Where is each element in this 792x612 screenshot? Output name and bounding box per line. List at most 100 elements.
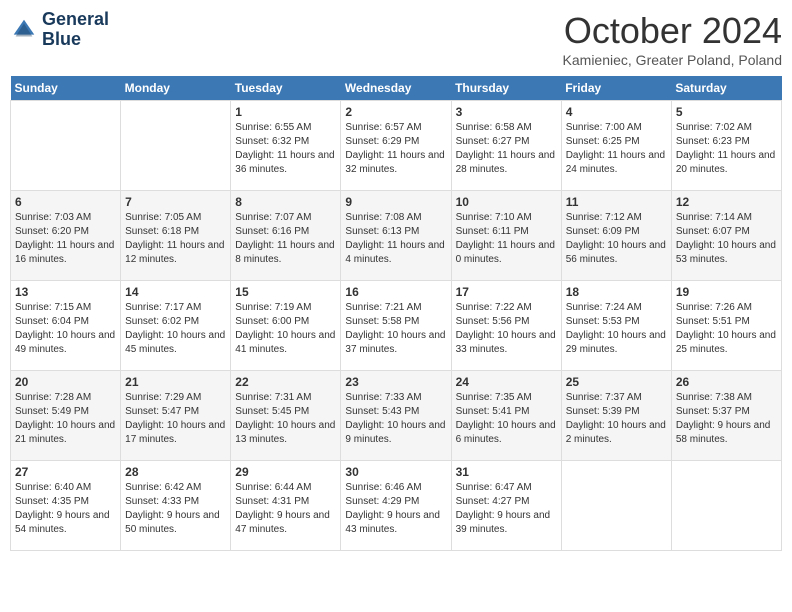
day-number: 27 [15,465,116,479]
day-number: 26 [676,375,777,389]
calendar-cell: 26 Sunrise: 7:38 AM Sunset: 5:37 PM Dayli… [671,371,781,461]
calendar-cell: 20Sunrise: 7:28 AM Sunset: 5:49 PM Dayli… [11,371,121,461]
calendar-cell: 30 Sunrise: 6:46 AM Sunset: 4:29 PM Dayli… [341,461,451,551]
day-info: Sunrise: 7:22 AM Sunset: 5:56 PM Dayligh… [456,301,557,357]
day-info: Sunrise: 7:29 AM Sunset: 5:47 PM Dayligh… [125,391,226,447]
calendar-cell: 18 Sunrise: 7:24 AM Sunset: 5:53 PM Dayli… [561,281,671,371]
day-number: 4 [566,105,667,119]
day-number: 20 [15,375,116,389]
day-info: Sunrise: 7:31 AM Sunset: 5:45 PM Dayligh… [235,391,336,447]
day-number: 13 [15,285,116,299]
calendar-cell: 21 Sunrise: 7:29 AM Sunset: 5:47 PM Dayli… [121,371,231,461]
day-header-sunday: Sunday [11,76,121,101]
logo: General Blue [10,10,109,50]
calendar-cell [121,101,231,191]
day-number: 28 [125,465,226,479]
day-header-wednesday: Wednesday [341,76,451,101]
day-header-friday: Friday [561,76,671,101]
day-number: 21 [125,375,226,389]
day-number: 30 [345,465,446,479]
day-number: 10 [456,195,557,209]
calendar-cell: 9 Sunrise: 7:08 AM Sunset: 6:13 PM Daylig… [341,191,451,281]
day-number: 8 [235,195,336,209]
day-number: 15 [235,285,336,299]
calendar-cell [671,461,781,551]
calendar-cell: 7 Sunrise: 7:05 AM Sunset: 6:18 PM Daylig… [121,191,231,281]
day-info: Sunrise: 6:47 AM Sunset: 4:27 PM Dayligh… [456,481,557,537]
day-number: 31 [456,465,557,479]
day-number: 25 [566,375,667,389]
day-header-tuesday: Tuesday [231,76,341,101]
day-info: Sunrise: 7:05 AM Sunset: 6:18 PM Dayligh… [125,211,226,267]
calendar-cell: 24 Sunrise: 7:35 AM Sunset: 5:41 PM Dayli… [451,371,561,461]
day-number: 7 [125,195,226,209]
calendar-cell: 31 Sunrise: 6:47 AM Sunset: 4:27 PM Dayli… [451,461,561,551]
calendar-cell: 27 Sunrise: 6:40 AM Sunset: 4:35 PM Dayli… [11,461,121,551]
day-info: Sunrise: 7:15 AM Sunset: 6:04 PM Dayligh… [15,301,116,357]
week-row-2: 6Sunrise: 7:03 AM Sunset: 6:20 PM Daylig… [11,191,782,281]
day-info: Sunrise: 6:57 AM Sunset: 6:29 PM Dayligh… [345,121,446,177]
day-info: Sunrise: 7:24 AM Sunset: 5:53 PM Dayligh… [566,301,667,357]
day-number: 24 [456,375,557,389]
day-info: Sunrise: 7:08 AM Sunset: 6:13 PM Dayligh… [345,211,446,267]
day-number: 6 [15,195,116,209]
day-number: 12 [676,195,777,209]
day-number: 23 [345,375,446,389]
month-title: October 2024 [563,10,782,52]
day-number: 19 [676,285,777,299]
week-row-5: 27 Sunrise: 6:40 AM Sunset: 4:35 PM Dayli… [11,461,782,551]
day-number: 22 [235,375,336,389]
calendar-cell: 19 Sunrise: 7:26 AM Sunset: 5:51 PM Dayli… [671,281,781,371]
day-number: 17 [456,285,557,299]
day-number: 11 [566,195,667,209]
day-info: Sunrise: 7:17 AM Sunset: 6:02 PM Dayligh… [125,301,226,357]
calendar-cell: 6Sunrise: 7:03 AM Sunset: 6:20 PM Daylig… [11,191,121,281]
calendar-cell: 5 Sunrise: 7:02 AM Sunset: 6:23 PM Daylig… [671,101,781,191]
day-number: 2 [345,105,446,119]
day-info: Sunrise: 7:35 AM Sunset: 5:41 PM Dayligh… [456,391,557,447]
calendar-cell: 14 Sunrise: 7:17 AM Sunset: 6:02 PM Dayli… [121,281,231,371]
title-section: October 2024 Kamieniec, Greater Poland, … [563,10,782,68]
calendar-cell: 17 Sunrise: 7:22 AM Sunset: 5:56 PM Dayli… [451,281,561,371]
location-subtitle: Kamieniec, Greater Poland, Poland [563,52,782,68]
day-number: 9 [345,195,446,209]
day-info: Sunrise: 7:37 AM Sunset: 5:39 PM Dayligh… [566,391,667,447]
week-row-4: 20Sunrise: 7:28 AM Sunset: 5:49 PM Dayli… [11,371,782,461]
day-info: Sunrise: 6:58 AM Sunset: 6:27 PM Dayligh… [456,121,557,177]
day-number: 3 [456,105,557,119]
day-header-saturday: Saturday [671,76,781,101]
calendar-cell: 2 Sunrise: 6:57 AM Sunset: 6:29 PM Daylig… [341,101,451,191]
day-info: Sunrise: 6:40 AM Sunset: 4:35 PM Dayligh… [15,481,116,537]
day-info: Sunrise: 7:26 AM Sunset: 5:51 PM Dayligh… [676,301,777,357]
calendar-cell: 15 Sunrise: 7:19 AM Sunset: 6:00 PM Dayli… [231,281,341,371]
day-info: Sunrise: 7:07 AM Sunset: 6:16 PM Dayligh… [235,211,336,267]
calendar-table: SundayMondayTuesdayWednesdayThursdayFrid… [10,76,782,551]
calendar-cell: 23 Sunrise: 7:33 AM Sunset: 5:43 PM Dayli… [341,371,451,461]
day-info: Sunrise: 6:46 AM Sunset: 4:29 PM Dayligh… [345,481,446,537]
calendar-cell: 25 Sunrise: 7:37 AM Sunset: 5:39 PM Dayli… [561,371,671,461]
day-info: Sunrise: 7:19 AM Sunset: 6:00 PM Dayligh… [235,301,336,357]
logo-icon [10,16,38,44]
day-number: 18 [566,285,667,299]
day-info: Sunrise: 7:38 AM Sunset: 5:37 PM Dayligh… [676,391,777,447]
calendar-cell: 16Sunrise: 7:21 AM Sunset: 5:58 PM Dayli… [341,281,451,371]
day-header-monday: Monday [121,76,231,101]
day-number: 29 [235,465,336,479]
day-number: 5 [676,105,777,119]
day-info: Sunrise: 7:02 AM Sunset: 6:23 PM Dayligh… [676,121,777,177]
calendar-cell: 4Sunrise: 7:00 AM Sunset: 6:25 PM Daylig… [561,101,671,191]
calendar-cell [561,461,671,551]
calendar-cell: 22 Sunrise: 7:31 AM Sunset: 5:45 PM Dayli… [231,371,341,461]
calendar-cell: 12Sunrise: 7:14 AM Sunset: 6:07 PM Dayli… [671,191,781,281]
day-info: Sunrise: 7:10 AM Sunset: 6:11 PM Dayligh… [456,211,557,267]
page-header: General Blue October 2024 Kamieniec, Gre… [10,10,782,68]
calendar-cell: 29Sunrise: 6:44 AM Sunset: 4:31 PM Dayli… [231,461,341,551]
week-row-1: 1Sunrise: 6:55 AM Sunset: 6:32 PM Daylig… [11,101,782,191]
day-info: Sunrise: 7:33 AM Sunset: 5:43 PM Dayligh… [345,391,446,447]
day-info: Sunrise: 7:12 AM Sunset: 6:09 PM Dayligh… [566,211,667,267]
calendar-cell: 28Sunrise: 6:42 AM Sunset: 4:33 PM Dayli… [121,461,231,551]
day-info: Sunrise: 6:55 AM Sunset: 6:32 PM Dayligh… [235,121,336,177]
calendar-cell: 11 Sunrise: 7:12 AM Sunset: 6:09 PM Dayli… [561,191,671,281]
day-number: 14 [125,285,226,299]
calendar-cell [11,101,121,191]
